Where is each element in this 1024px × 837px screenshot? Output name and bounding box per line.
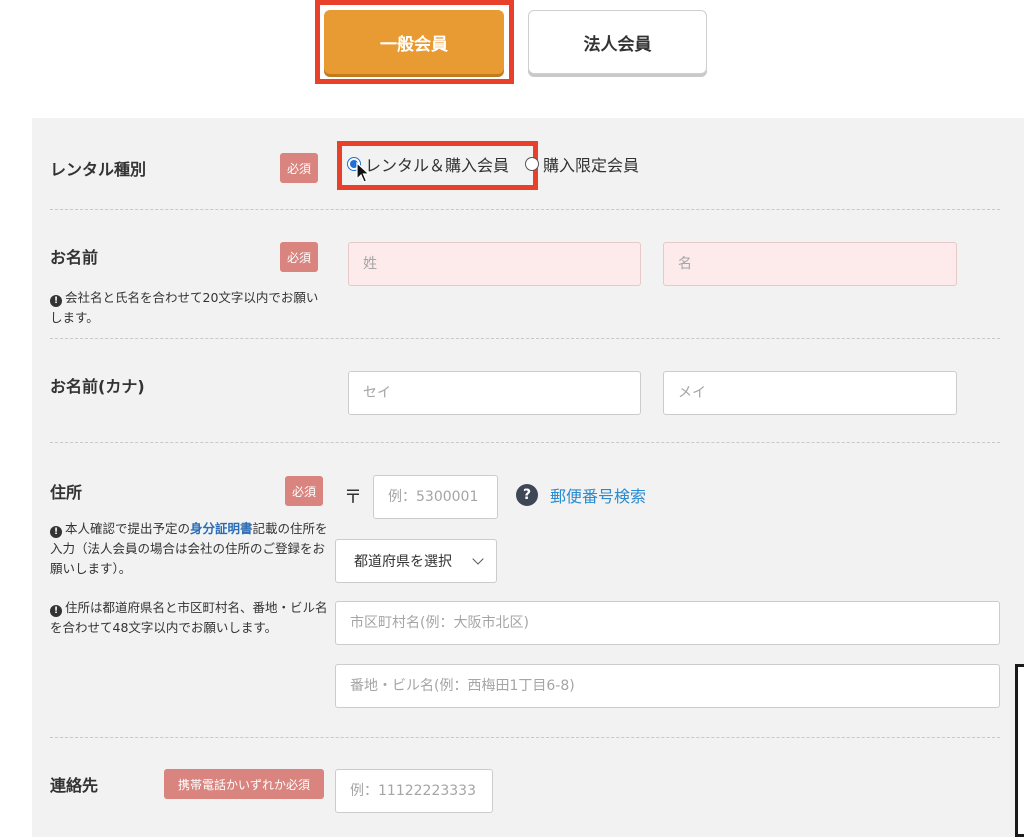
radio-label: 購入限定会員 [543,156,640,175]
row-divider [50,442,1000,443]
postal-code-input[interactable] [373,475,498,519]
name-kana-label: お名前(カナ) [50,377,145,396]
first-name-kana-input[interactable] [663,371,957,415]
street-building-input[interactable] [335,664,1000,708]
row-divider [50,338,1000,339]
id-document-link-text: 身分証明書 [190,521,253,536]
required-badge: 必須 [280,242,318,272]
name-note: ! 会社名と氏名を合わせて20文字以内でお願いします。 [50,288,325,328]
required-badge: 必須 [285,476,323,506]
address-note-id: ! 本人確認で提出予定の身分証明書記載の住所を入力（法人会員の場合は会社の住所のご… [50,519,332,579]
last-name-kana-input[interactable] [348,371,641,415]
exclamation-icon: ! [50,526,62,538]
row-divider [50,737,1000,738]
contact-label: 連絡先 [50,776,99,795]
exclamation-icon: ! [50,605,62,617]
row-divider [50,209,1000,210]
address-note-text-before: 本人確認で提出予定の [65,521,191,536]
address-note-length-text: 住所は都道府県名と市区町村名、番地・ビル名を合わせて48文字以内でお願いします。 [50,600,328,635]
postal-mark-icon: 〒 [344,487,362,508]
mouse-cursor-icon [356,162,370,183]
exclamation-icon: ! [50,295,62,307]
side-panel-edge [1015,664,1024,837]
tab-general-member[interactable]: 一般会員 [324,10,504,74]
radio-button-unchecked[interactable] [525,157,540,171]
required-badge: 必須 [280,153,318,183]
rental-type-label: レンタル種別 [50,160,147,179]
last-name-input[interactable] [348,242,641,286]
city-input[interactable] [335,601,1000,645]
name-note-text: 会社名と氏名を合わせて20文字以内でお願いします。 [50,290,319,325]
radio-option-purchase-only[interactable]: 購入限定会員 [525,152,639,176]
name-label: お名前 [50,248,99,267]
contact-required-badge: 携帯電話かいずれか必須 [164,769,324,799]
postal-code-search-link[interactable]: 郵便番号検索 [550,483,646,507]
prefecture-selected-value: 都道府県を選択 [354,554,452,570]
address-note-length: ! 住所は都道府県名と市区町村名、番地・ビル名を合わせて48文字以内でお願いします… [50,598,332,638]
first-name-input[interactable] [663,242,957,286]
phone-input[interactable] [335,769,493,813]
help-icon[interactable]: ? [516,484,538,506]
tab-corporate-member[interactable]: 法人会員 [528,10,707,74]
rental-type-radio-group: レンタル＆購入会員 購入限定会員 [347,152,649,176]
address-label: 住所 [50,483,83,502]
registration-form-panel [32,118,1024,837]
prefecture-select[interactable]: 都道府県を選択 [335,539,497,583]
radio-label: レンタル＆購入会員 [365,156,510,175]
radio-option-rental-purchase[interactable]: レンタル＆購入会員 [347,152,509,176]
chevron-down-icon [472,553,484,565]
